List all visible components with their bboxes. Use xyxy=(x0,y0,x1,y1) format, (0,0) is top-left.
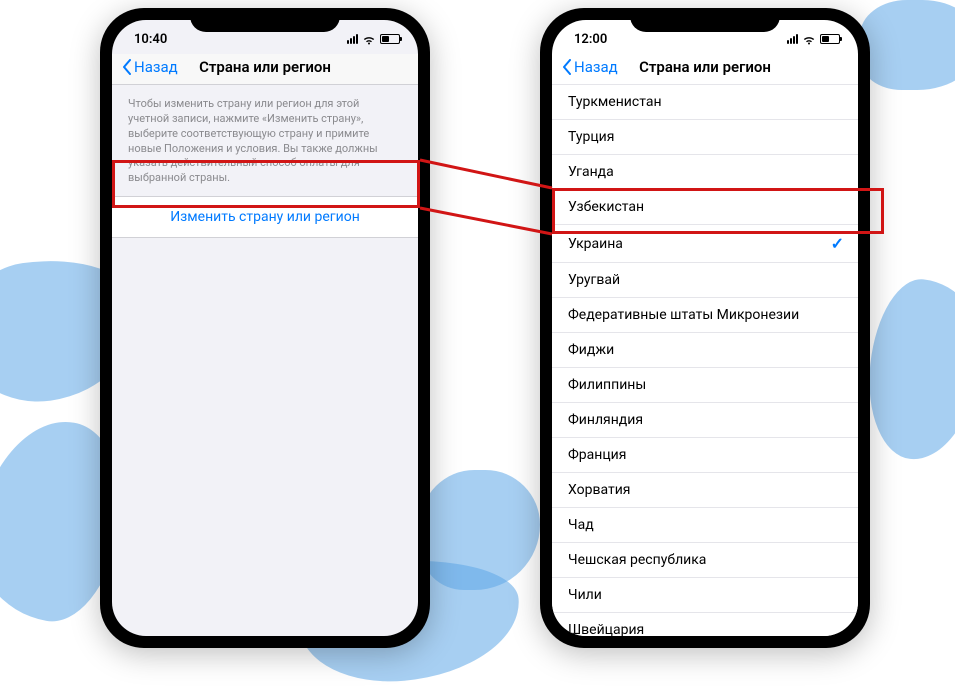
phone-mockup-right: 12:00 Назад Страна или регион Туркменист… xyxy=(540,8,870,648)
signal-icon xyxy=(347,34,358,44)
phone-notch xyxy=(190,8,340,32)
country-row[interactable]: Уганда xyxy=(552,155,858,190)
status-time: 12:00 xyxy=(574,32,607,47)
country-row[interactable]: Украина ✓ xyxy=(552,225,858,263)
country-row[interactable]: Федеративные штаты Микронезии xyxy=(552,298,858,333)
description-text: Чтобы изменить страну или регион для это… xyxy=(112,85,418,196)
country-row[interactable]: Филиппины xyxy=(552,368,858,403)
phone-mockup-left: 10:40 Назад Страна или регион Чтобы изме… xyxy=(100,8,430,648)
country-row[interactable]: Турция xyxy=(552,120,858,155)
battery-icon xyxy=(820,34,840,44)
country-label: Чешская республика xyxy=(568,552,706,568)
country-row[interactable]: Туркменистан xyxy=(552,85,858,120)
country-label: Финляндия xyxy=(568,412,643,428)
country-row[interactable]: Фиджи xyxy=(552,333,858,368)
country-label: Хорватия xyxy=(568,482,631,498)
wifi-icon xyxy=(802,34,816,44)
checkmark-icon: ✓ xyxy=(831,234,844,253)
country-label: Фиджи xyxy=(568,342,614,358)
country-label: Чили xyxy=(568,587,602,603)
screen-right: 12:00 Назад Страна или регион Туркменист… xyxy=(552,20,858,636)
nav-bar: Назад Страна или регион xyxy=(552,54,858,85)
country-label: Федеративные штаты Микронезии xyxy=(568,307,799,323)
status-time: 10:40 xyxy=(134,32,167,47)
change-country-label: Изменить страну или регион xyxy=(170,209,360,225)
page-title: Страна или регион xyxy=(122,58,408,76)
signal-icon xyxy=(787,34,798,44)
country-row[interactable]: Узбекистан xyxy=(552,190,858,225)
country-row[interactable]: Финляндия xyxy=(552,403,858,438)
country-row[interactable]: Франция xyxy=(552,438,858,473)
status-indicators xyxy=(787,34,840,44)
country-label: Уругвай xyxy=(568,272,620,288)
change-country-button[interactable]: Изменить страну или регион xyxy=(112,196,418,238)
country-row[interactable]: Чад xyxy=(552,508,858,543)
nav-bar: Назад Страна или регион xyxy=(112,54,418,85)
country-label: Франция xyxy=(568,447,626,463)
phone-notch xyxy=(630,8,780,32)
country-label: Филиппины xyxy=(568,377,646,393)
country-list[interactable]: Туркменистан Турция Уганда Узбекистан Украин… xyxy=(552,85,858,636)
status-indicators xyxy=(347,34,400,44)
country-row[interactable]: Уругвай xyxy=(552,263,858,298)
wifi-icon xyxy=(362,34,376,44)
country-label: Швейцария xyxy=(568,622,644,636)
country-label: Чад xyxy=(568,517,594,533)
battery-icon xyxy=(380,34,400,44)
country-row[interactable]: Чешская республика xyxy=(552,543,858,578)
page-title: Страна или регион xyxy=(562,58,848,76)
country-row[interactable]: Хорватия xyxy=(552,473,858,508)
country-label: Туркменистан xyxy=(568,94,662,110)
country-label: Украина xyxy=(568,236,623,252)
screen-left: 10:40 Назад Страна или регион Чтобы изме… xyxy=(112,20,418,636)
country-row[interactable]: Швейцария xyxy=(552,613,858,636)
country-label: Узбекистан xyxy=(568,199,644,215)
country-label: Уганда xyxy=(568,164,614,180)
country-label: Турция xyxy=(568,129,614,145)
country-row[interactable]: Чили xyxy=(552,578,858,613)
